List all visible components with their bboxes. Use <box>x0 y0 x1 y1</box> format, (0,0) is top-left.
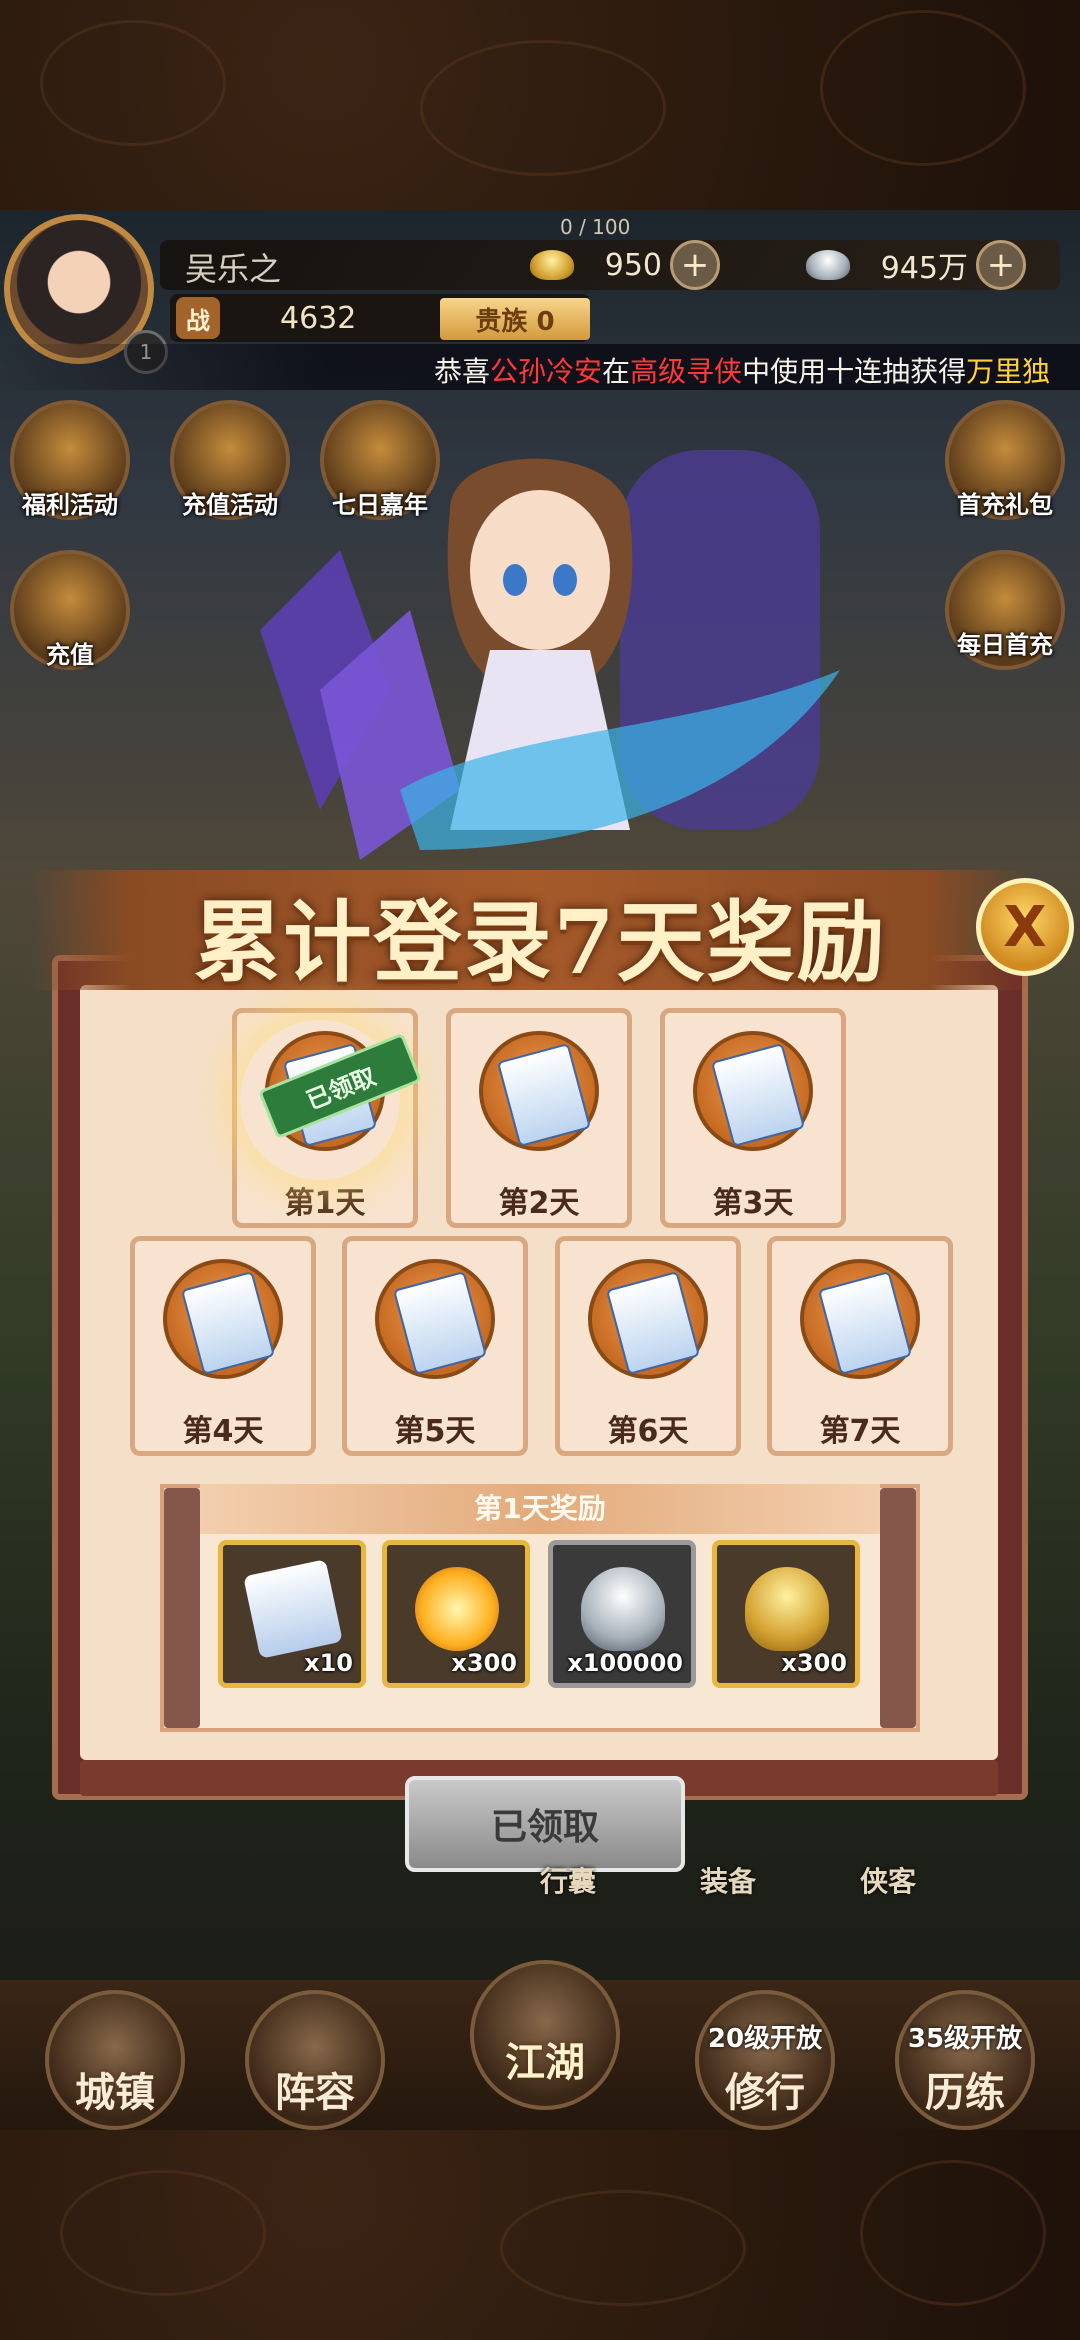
skill-scroll-icon <box>243 1559 343 1659</box>
nav-training-label: 历练 <box>925 2070 1005 2116</box>
day-card-4[interactable]: 第4天 <box>130 1236 316 1456</box>
marquee-prefix: 恭喜 <box>434 355 491 388</box>
power-value: 4632 <box>280 301 357 336</box>
day-card-7[interactable]: 第7天 <box>767 1236 953 1456</box>
reward-qty: x100000 <box>567 1649 683 1677</box>
equip-label: 装备 <box>700 1865 757 1898</box>
silver-ingot-icon <box>806 250 850 280</box>
background-top <box>0 0 1080 210</box>
bag-label: 行囊 <box>540 1865 597 1898</box>
silver-value: 945万 <box>880 251 968 286</box>
reward-item-fire-orb[interactable]: x300 <box>382 1540 530 1688</box>
welfare-event-label: 福利活动 <box>22 491 118 519</box>
daily-first-recharge-label: 每日首充 <box>957 631 1053 659</box>
marquee-mid2: 中使用十连抽获得 <box>742 355 967 388</box>
day-label: 第7天 <box>819 1414 901 1449</box>
silver-ingot-icon <box>581 1567 665 1651</box>
dialog-title: 累计登录7天奖励 <box>193 890 887 994</box>
reward-header: 第1天奖励 <box>200 1484 880 1534</box>
skill-scroll-icon <box>693 1031 813 1151</box>
reward-panel-pillar-left <box>164 1488 200 1728</box>
day-label: 第6天 <box>607 1414 689 1449</box>
marquee-activity: 高级寻侠 <box>630 355 743 388</box>
day-label: 第1天 <box>284 1186 366 1221</box>
exp-text: 0 / 100 <box>560 215 631 239</box>
skill-scroll-icon <box>479 1031 599 1151</box>
noble-badge[interactable]: 贵族 0 <box>440 298 590 340</box>
claimed-button[interactable]: 已领取 <box>405 1776 685 1872</box>
add-silver-button[interactable]: + <box>976 240 1026 290</box>
day-label: 第5天 <box>394 1414 476 1449</box>
skill-scroll-icon <box>163 1259 283 1379</box>
reward-qty: x300 <box>451 1649 517 1677</box>
nav-lineup-label: 阵容 <box>275 2070 355 2116</box>
marquee-mid1: 在 <box>602 355 631 388</box>
gold-value: 950 <box>604 247 662 283</box>
background-bottom <box>0 2130 1080 2340</box>
gold-ingot-icon <box>530 250 574 280</box>
gold-ingot-icon <box>745 1567 829 1651</box>
hero-label: 侠客 <box>860 1865 917 1898</box>
marquee-player: 公孙冷安 <box>490 355 603 388</box>
skill-scroll-icon <box>588 1259 708 1379</box>
gold-currency: 950 + <box>530 240 720 290</box>
marquee-reward: 万里独 <box>966 355 1051 388</box>
nav-jianghu-label: 江湖 <box>505 2040 585 2086</box>
day-card-2[interactable]: 第2天 <box>446 1008 632 1228</box>
power-icon: 战 <box>176 297 220 339</box>
day-label: 第2天 <box>498 1186 580 1221</box>
nav-cultivate-lock: 20级开放 <box>707 2024 823 2054</box>
add-gold-button[interactable]: + <box>670 240 720 290</box>
reward-panel-pillar-right <box>880 1488 916 1728</box>
reward-qty: x10 <box>304 1649 353 1677</box>
day-card-3[interactable]: 第3天 <box>660 1008 846 1228</box>
first-recharge-gift-label: 首充礼包 <box>957 491 1053 519</box>
nav-training-lock: 35级开放 <box>907 2024 1023 2054</box>
skill-scroll-icon <box>375 1259 495 1379</box>
hero-character-art <box>260 450 840 860</box>
reward-item-silver[interactable]: x100000 <box>548 1540 696 1688</box>
reward-item-scroll[interactable]: x10 <box>218 1540 366 1688</box>
reward-item-gold[interactable]: x300 <box>712 1540 860 1688</box>
nav-cultivate-label: 修行 <box>725 2070 805 2116</box>
day-label: 第3天 <box>712 1186 794 1221</box>
day-card-5[interactable]: 第5天 <box>342 1236 528 1456</box>
day-card-6[interactable]: 第6天 <box>555 1236 741 1456</box>
recharge-label: 充值 <box>46 641 94 669</box>
reward-qty: x300 <box>781 1649 847 1677</box>
fire-orb-icon <box>415 1567 499 1651</box>
nav-town-label: 城镇 <box>75 2070 155 2116</box>
player-name: 吴乐之 <box>185 250 282 288</box>
announcement-marquee: 恭喜公孙冷安在高级寻侠中使用十连抽获得万里独 <box>0 344 1080 390</box>
silver-currency: 945万 + <box>806 240 1026 290</box>
day-label: 第4天 <box>182 1414 264 1449</box>
skill-scroll-icon <box>800 1259 920 1379</box>
close-icon[interactable]: X <box>976 878 1074 976</box>
